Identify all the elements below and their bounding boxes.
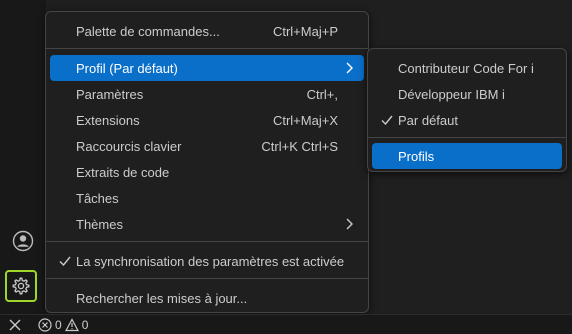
menu-item-label: Rechercher les mises à jour... [76, 290, 248, 306]
activity-bar [0, 0, 46, 314]
gear-icon[interactable] [5, 270, 37, 302]
menu-item-shortcut: Ctrl+K Ctrl+S [261, 138, 338, 154]
menu-item-label: Palette de commandes... [76, 23, 220, 39]
chevron-right-icon [346, 218, 353, 230]
menu-item-label: Extraits de code [76, 164, 170, 180]
menu-separator [368, 137, 566, 138]
profile-submenu: Contributeur Code For i Développeur IBM … [367, 48, 567, 172]
menu-item-label: Paramètres [76, 86, 144, 102]
menu-item-tasks[interactable]: Tâches [50, 185, 364, 211]
account-icon[interactable] [8, 226, 38, 256]
menu-separator [46, 241, 368, 242]
menu-item-label: Extensions [76, 112, 140, 128]
menu-separator [46, 278, 368, 279]
menu-item-command-palette[interactable]: Palette de commandes... Ctrl+Maj+P [50, 18, 364, 44]
menu-item-extensions[interactable]: Extensions Ctrl+Maj+X [50, 107, 364, 133]
menu-item-label: Développeur IBM i [398, 86, 505, 102]
menu-item-label: Par défaut [398, 112, 458, 128]
menu-item-shortcut: Ctrl+Maj+X [272, 112, 338, 128]
menu-item-keyboard-shortcuts[interactable]: Raccourcis clavier Ctrl+K Ctrl+S [50, 133, 364, 159]
warning-icon [64, 317, 79, 331]
chevron-right-icon [346, 62, 353, 74]
check-icon [381, 115, 393, 126]
menu-item-shortcut: Ctrl+, [306, 86, 338, 102]
menu-item-label: Profil (Par défaut) [76, 60, 178, 76]
menu-item-settings[interactable]: Paramètres Ctrl+, [50, 81, 364, 107]
check-icon [59, 256, 71, 267]
menu-item-label: Raccourcis clavier [76, 138, 182, 154]
menu-item-check-updates[interactable]: Rechercher les mises à jour... [50, 285, 364, 311]
menu-item-label: Thèmes [76, 216, 123, 232]
error-icon [38, 317, 52, 332]
menu-item-settings-sync[interactable]: La synchronisation des paramètres est ac… [50, 248, 364, 274]
submenu-item-profiles[interactable]: Profils [372, 143, 562, 169]
menu-item-label: Profils [398, 148, 435, 164]
submenu-item-profile-default[interactable]: Par défaut [372, 107, 562, 133]
error-count: 0 [55, 317, 62, 332]
menu-separator [46, 48, 368, 49]
menu-item-label: Contributeur Code For i [398, 60, 534, 76]
submenu-item-profile-code-for-i[interactable]: Contributeur Code For i [372, 55, 562, 81]
menu-item-label: La synchronisation des paramètres est ac… [76, 253, 345, 269]
submenu-item-profile-ibm-i[interactable]: Développeur IBM i [372, 81, 562, 107]
menu-item-label: Tâches [76, 190, 119, 206]
remote-icon[interactable] [0, 315, 30, 334]
menu-item-snippets[interactable]: Extraits de code [50, 159, 364, 185]
problems-indicator[interactable]: 0 0 [38, 317, 89, 332]
menu-item-themes[interactable]: Thèmes [50, 211, 364, 237]
status-bar: 0 0 [0, 314, 572, 334]
warning-count: 0 [81, 317, 89, 332]
menu-item-shortcut: Ctrl+Maj+P [272, 23, 338, 39]
manage-menu: Palette de commandes... Ctrl+Maj+P Profi… [45, 11, 369, 313]
menu-item-profile[interactable]: Profil (Par défaut) [50, 55, 364, 81]
